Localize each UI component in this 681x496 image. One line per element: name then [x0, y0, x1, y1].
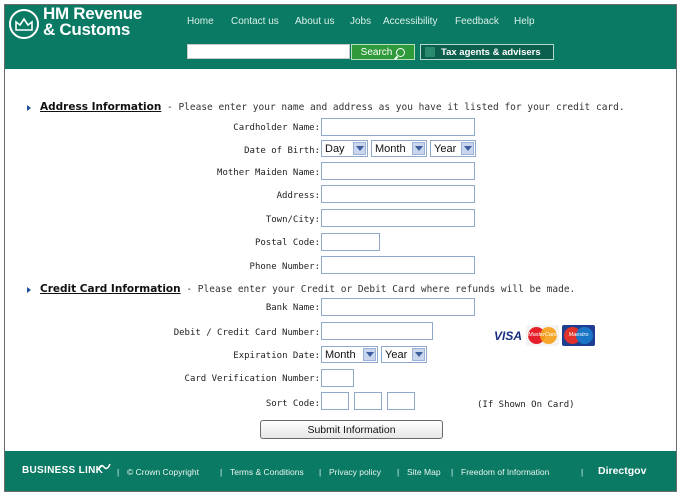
footer-link-copyright[interactable]: © Crown Copyright [127, 467, 199, 477]
cardholder-name-label: Cardholder Name: [233, 123, 320, 133]
phone-number-label: Phone Number: [249, 262, 320, 272]
search-icon [396, 47, 406, 57]
card-section-description: - Please enter your Credit or Debit Card… [180, 284, 576, 295]
dob-month-value: Month [375, 142, 406, 155]
address-section-heading: Address Information - Please enter your … [27, 101, 625, 113]
mastercard-logo-text: MasterCard [528, 332, 557, 338]
sort-code-part1-input[interactable] [321, 392, 349, 410]
card-section-heading: Credit Card Information - Please enter y… [27, 283, 575, 295]
dob-month-select[interactable]: Month [371, 140, 427, 157]
nav-feedback[interactable]: Feedback [455, 16, 499, 27]
page-frame: HM Revenue & Customs Home Contact us Abo… [4, 4, 677, 492]
maestro-logo: Maestro [562, 325, 595, 346]
nav-accessibility[interactable]: Accessibility [383, 16, 437, 27]
directgov-logo[interactable]: Directgov [598, 465, 646, 477]
submit-button[interactable]: Submit Information [260, 420, 443, 439]
search-button[interactable]: Search [351, 44, 415, 60]
hmrc-logo[interactable]: HM Revenue & Customs [43, 5, 142, 39]
footer-link-site-map[interactable]: Site Map [407, 467, 441, 477]
dob-year-select[interactable]: Year [430, 140, 476, 157]
chevron-down-icon [412, 348, 425, 361]
agents-icon [425, 47, 435, 57]
footer-link-terms[interactable]: Terms & Conditions [230, 467, 304, 477]
sort-code-part3-input[interactable] [387, 392, 415, 410]
chevron-down-icon [363, 348, 376, 361]
nav-help[interactable]: Help [514, 16, 535, 27]
chevron-down-icon [353, 142, 366, 155]
maestro-logo-text: Maestro [568, 332, 589, 338]
nav-contact-us[interactable]: Contact us [231, 16, 279, 27]
address-section-description: - Please enter your name and address as … [161, 102, 625, 113]
card-section-title: Credit Card Information [40, 283, 181, 295]
dob-day-select[interactable]: Day [321, 140, 368, 157]
chevron-down-icon [412, 142, 425, 155]
card-number-label: Debit / Credit Card Number: [173, 328, 320, 338]
sort-code-note: (If Shown On Card) [477, 400, 575, 410]
bank-name-input[interactable] [321, 298, 475, 316]
mastercard-logo: MasterCard [526, 325, 559, 346]
search-input[interactable] [187, 44, 350, 59]
logo-line2: & Customs [43, 20, 131, 39]
header-bar: HM Revenue & Customs Home Contact us Abo… [5, 5, 676, 69]
mother-maiden-name-label: Mother Maiden Name: [217, 168, 320, 178]
phone-number-input[interactable] [321, 256, 475, 274]
footer-link-privacy[interactable]: Privacy policy [329, 467, 381, 477]
card-number-input[interactable] [321, 322, 433, 340]
tax-agents-label: Tax agents & advisers [441, 46, 541, 58]
sort-code-label: Sort Code: [265, 399, 320, 409]
address-label: Address: [276, 191, 320, 201]
address-section-title: Address Information [40, 101, 162, 113]
footer-bar: BUSINESS LINK | © Crown Copyright | Term… [5, 451, 676, 491]
section-arrow-icon [27, 286, 31, 293]
postal-code-input[interactable] [321, 233, 380, 251]
search-button-label: Search [360, 46, 393, 58]
expiry-year-select[interactable]: Year [381, 346, 427, 363]
visa-logo: VISA [494, 329, 523, 343]
nav-about-us[interactable]: About us [295, 16, 334, 27]
dob-day-value: Day [325, 142, 345, 155]
expiry-month-select[interactable]: Month [321, 346, 378, 363]
mother-maiden-name-input[interactable] [321, 162, 475, 180]
expiry-month-value: Month [325, 348, 356, 361]
crown-crest-icon [9, 9, 39, 39]
sort-code-part2-input[interactable] [354, 392, 382, 410]
chevron-down-icon [461, 142, 474, 155]
address-input[interactable] [321, 185, 475, 203]
cvn-input[interactable] [321, 369, 354, 387]
cardholder-name-input[interactable] [321, 118, 475, 136]
postal-code-label: Postal Code: [254, 238, 320, 248]
nav-jobs[interactable]: Jobs [350, 16, 371, 27]
expiry-year-value: Year [385, 348, 408, 361]
date-of-birth-label: Date of Birth: [244, 146, 320, 156]
bank-name-label: Bank Name: [265, 303, 320, 313]
dob-year-value: Year [434, 142, 457, 155]
cvn-label: Card Verification Number: [184, 374, 320, 384]
business-link-logo[interactable]: BUSINESS LINK [22, 465, 103, 476]
nav-home[interactable]: Home [187, 16, 214, 27]
expiration-date-label: Expiration Date: [233, 351, 320, 361]
town-city-label: Town/City: [265, 215, 320, 225]
tax-agents-button[interactable]: Tax agents & advisers [420, 44, 554, 60]
footer-link-foi[interactable]: Freedom of Information [461, 467, 549, 477]
section-arrow-icon [27, 104, 31, 111]
business-link-icon [97, 463, 111, 471]
town-city-input[interactable] [321, 209, 475, 227]
